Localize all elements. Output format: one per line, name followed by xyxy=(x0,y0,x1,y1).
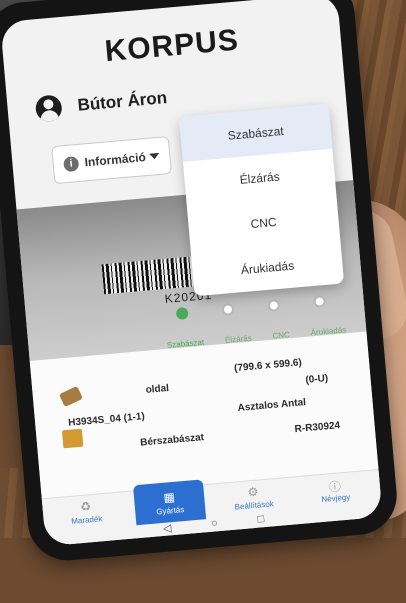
info-select-label: Információ xyxy=(84,150,147,170)
nav-maradek[interactable]: ♻ Maradék xyxy=(50,497,122,528)
app-logo: KORPUS xyxy=(103,23,241,69)
nav-label: Beállítások xyxy=(234,499,275,512)
factory-icon: ▦ xyxy=(162,489,176,505)
nav-beallitasok[interactable]: ⚙ Beállítások xyxy=(218,482,290,513)
phone-screen: KORPUS Bútor Áron i Információ Szabászat… xyxy=(0,0,383,547)
process-dropdown: Szabászat Élzárás CNC Árukiadás xyxy=(179,103,345,297)
user-row: Bútor Áron xyxy=(34,78,169,129)
info-select[interactable]: i Információ xyxy=(51,135,172,185)
step-dot xyxy=(267,298,281,312)
step-dot xyxy=(313,294,327,308)
box-icon xyxy=(61,428,84,449)
phone: KORPUS Bútor Áron i Információ Szabászat… xyxy=(0,0,406,603)
step-dot xyxy=(175,306,189,320)
home-icon[interactable]: ○ xyxy=(211,517,219,532)
nav-label: Gyártás xyxy=(155,505,185,517)
back-icon[interactable]: ◁ xyxy=(162,521,172,536)
avatar xyxy=(34,94,63,123)
info-circle-icon: ⓘ xyxy=(328,479,342,495)
order-side: oldal xyxy=(145,382,170,396)
order-edge: (0-U) xyxy=(304,373,329,386)
user-name: Bútor Áron xyxy=(76,88,168,115)
nav-nevjegy[interactable]: ⓘ Névjegy xyxy=(299,475,371,506)
recents-icon[interactable]: □ xyxy=(257,513,265,528)
info-icon: i xyxy=(63,155,80,172)
step-label: CNC xyxy=(272,330,291,341)
gear-icon: ⚙ xyxy=(247,484,259,500)
phone-body: KORPUS Bútor Áron i Információ Szabászat… xyxy=(0,0,400,564)
caret-down-icon xyxy=(149,152,160,160)
recycle-icon: ♻ xyxy=(79,499,92,515)
nav-label: Maradék xyxy=(70,514,103,526)
nav-label: Névjegy xyxy=(321,492,351,505)
step-dot xyxy=(221,302,235,316)
